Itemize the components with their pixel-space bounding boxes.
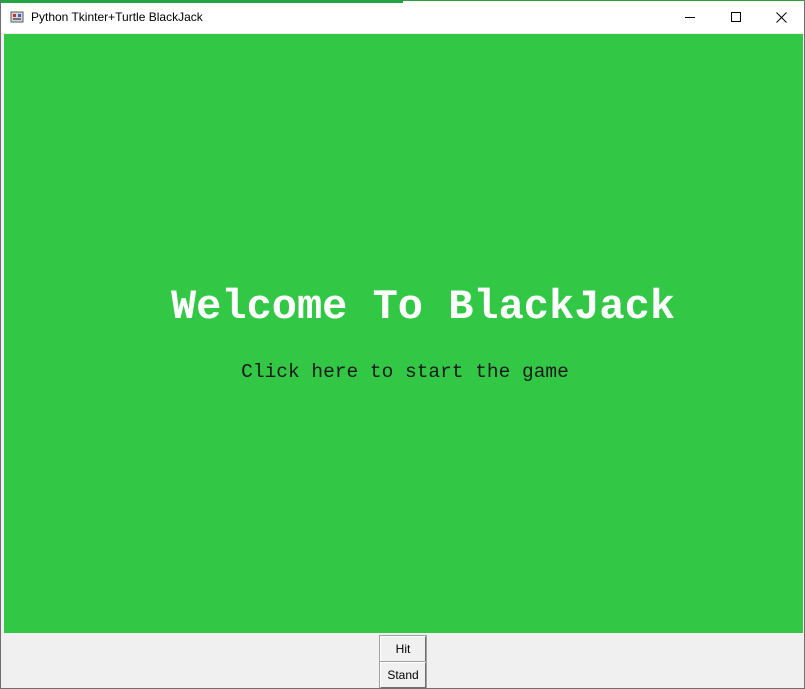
app-window: Python Tkinter+Turtle BlackJack Welcome …: [0, 0, 805, 689]
start-game-link[interactable]: Click here to start the game: [4, 360, 804, 384]
stand-button[interactable]: Stand: [379, 661, 427, 688]
control-panel: Hit Stand: [1, 634, 804, 688]
title-bar[interactable]: Python Tkinter+Turtle BlackJack: [1, 0, 804, 33]
minimize-icon: [685, 17, 695, 18]
minimize-button[interactable]: [667, 1, 713, 33]
welcome-heading: Welcome To BlackJack: [170, 283, 676, 331]
window-title: Python Tkinter+Turtle BlackJack: [31, 10, 203, 24]
game-canvas[interactable]: Welcome To BlackJack Click here to start…: [4, 34, 803, 633]
maximize-button[interactable]: [713, 1, 759, 33]
hit-button[interactable]: Hit: [379, 635, 427, 663]
title-bar-accent: [1, 1, 403, 3]
app-icon: [10, 11, 24, 23]
maximize-icon: [731, 12, 741, 22]
close-icon: [775, 11, 787, 23]
close-button[interactable]: [758, 1, 804, 33]
